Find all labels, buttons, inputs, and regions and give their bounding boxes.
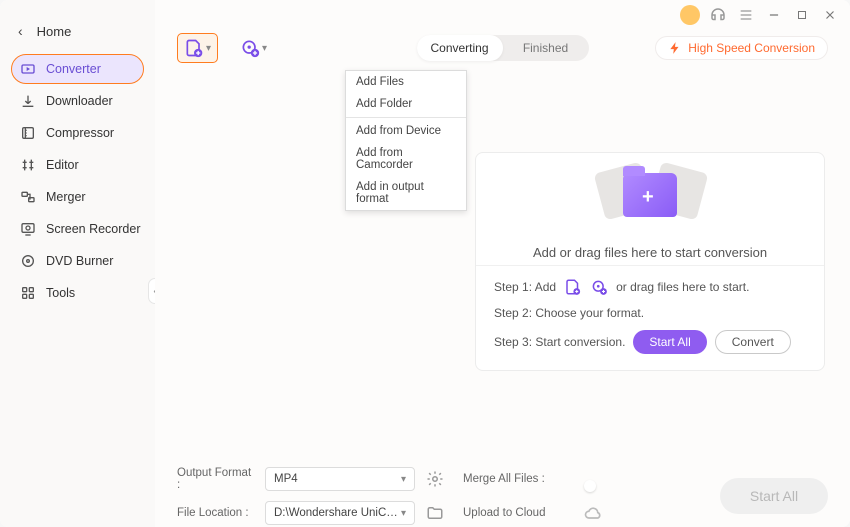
back-chevron-icon[interactable]: ‹	[18, 23, 23, 39]
sidebar-item-compressor[interactable]: Compressor	[12, 118, 143, 148]
chevron-down-icon: ▾	[206, 43, 211, 54]
home-row[interactable]: ‹ Home	[0, 8, 155, 54]
file-location-label: File Location :	[177, 507, 255, 519]
tab-converting[interactable]: Converting	[417, 35, 503, 61]
drop-hero-text: Add or drag files here to start conversi…	[533, 245, 767, 260]
sidebar-item-label: Merger	[46, 190, 86, 204]
drop-hero: + Add or drag files here to start conver…	[476, 153, 824, 265]
toolbar-left: ▾ ▾	[177, 33, 273, 63]
sidebar-item-tools[interactable]: Tools	[12, 278, 143, 308]
menu-add-folder[interactable]: Add Folder	[346, 93, 466, 115]
menu-add-from-device[interactable]: Add from Device	[346, 120, 466, 142]
file-location-select[interactable]: D:\Wondershare UniConverter 1 ▾	[265, 501, 415, 525]
merger-icon	[20, 189, 36, 205]
chevron-down-icon: ▾	[401, 474, 406, 485]
close-icon[interactable]	[820, 5, 840, 25]
tools-icon	[20, 285, 36, 301]
sidebar-item-label: Tools	[46, 286, 75, 300]
home-label: Home	[37, 24, 72, 39]
maximize-icon[interactable]	[792, 5, 812, 25]
avatar-icon[interactable]	[680, 5, 700, 25]
sidebar-item-editor[interactable]: Editor	[12, 150, 143, 180]
add-disc-mini-icon[interactable]	[590, 278, 608, 296]
sidebar-item-screen-recorder[interactable]: Screen Recorder	[12, 214, 143, 244]
add-file-mini-icon[interactable]	[564, 278, 582, 296]
minimize-icon[interactable]	[764, 5, 784, 25]
high-speed-label: High Speed Conversion	[688, 41, 815, 55]
status-tabs: Converting Finished	[417, 35, 589, 61]
sidebar-item-dvd-burner[interactable]: DVD Burner	[12, 246, 143, 276]
start-all-button[interactable]: Start All	[720, 478, 828, 514]
sidebar-item-label: DVD Burner	[46, 254, 113, 268]
step-3-row: Step 3: Start conversion. Start All Conv…	[494, 330, 806, 354]
sidebar-item-label: Converter	[46, 62, 101, 76]
support-icon[interactable]	[708, 5, 728, 25]
converter-icon	[20, 61, 36, 77]
open-folder-icon[interactable]	[425, 503, 445, 523]
toolbar: ▾ ▾ Converting Finished High Speed Conve…	[155, 30, 850, 66]
sidebar: ‹ Home Converter Downloader Compressor	[0, 0, 155, 527]
format-settings-icon[interactable]	[425, 469, 445, 489]
step2-text: Step 2: Choose your format.	[494, 306, 644, 320]
upload-cloud-label: Upload to Cloud	[463, 507, 573, 519]
titlebar	[155, 0, 850, 30]
output-format-label: Output Format :	[177, 467, 255, 491]
start-all-pill[interactable]: Start All	[633, 330, 706, 354]
output-format-select[interactable]: MP4 ▾	[265, 467, 415, 491]
menu-add-from-camcorder[interactable]: Add from Camcorder	[346, 142, 466, 176]
output-format-value: MP4	[274, 473, 298, 485]
dvd-burner-icon	[20, 253, 36, 269]
menu-separator	[346, 117, 466, 118]
footer: Output Format : MP4 ▾ Merge All Files : …	[155, 455, 850, 527]
sidebar-item-downloader[interactable]: Downloader	[12, 86, 143, 116]
convert-pill[interactable]: Convert	[715, 330, 791, 354]
chevron-down-icon: ▾	[262, 43, 267, 54]
drop-panel[interactable]: + Add or drag files here to start conver…	[475, 152, 825, 371]
step1-suffix: or drag files here to start.	[616, 280, 749, 294]
sidebar-item-converter[interactable]: Converter	[12, 54, 143, 84]
app-window: ‹ Home Converter Downloader Compressor	[0, 0, 850, 527]
tab-finished[interactable]: Finished	[503, 35, 589, 61]
file-location-value: D:\Wondershare UniConverter 1	[274, 507, 401, 519]
menu-add-in-output-format[interactable]: Add in output format	[346, 176, 466, 210]
add-disc-button[interactable]: ▾	[234, 34, 273, 62]
editor-icon	[20, 157, 36, 173]
step3-text: Step 3: Start conversion.	[494, 335, 625, 349]
step-2-row: Step 2: Choose your format.	[494, 306, 806, 320]
sidebar-item-merger[interactable]: Merger	[12, 182, 143, 212]
merge-label: Merge All Files :	[463, 473, 573, 485]
screen-recorder-icon	[20, 221, 36, 237]
content: + Add or drag files here to start conver…	[155, 66, 850, 455]
steps-panel: Step 1: Add or drag files here to start.…	[476, 265, 824, 370]
sidebar-item-label: Compressor	[46, 126, 114, 140]
add-files-dropdown: Add Files Add Folder Add from Device Add…	[345, 70, 467, 211]
add-files-button[interactable]: ▾	[177, 33, 218, 63]
step-1-row: Step 1: Add or drag files here to start.	[494, 278, 806, 296]
sidebar-item-label: Downloader	[46, 94, 113, 108]
downloader-icon	[20, 93, 36, 109]
menu-icon[interactable]	[736, 5, 756, 25]
main-area: ▾ ▾ Converting Finished High Speed Conve…	[155, 0, 850, 527]
lightning-icon	[668, 41, 682, 55]
high-speed-badge[interactable]: High Speed Conversion	[655, 36, 828, 60]
chevron-down-icon: ▾	[401, 508, 406, 519]
compressor-icon	[20, 125, 36, 141]
sidebar-item-label: Editor	[46, 158, 79, 172]
cloud-icon[interactable]	[583, 503, 603, 523]
step1-prefix: Step 1: Add	[494, 280, 556, 294]
sidebar-item-label: Screen Recorder	[46, 222, 141, 236]
menu-add-files[interactable]: Add Files	[346, 71, 466, 93]
plus-icon: +	[642, 186, 654, 209]
folder-illustration: +	[605, 159, 695, 229]
